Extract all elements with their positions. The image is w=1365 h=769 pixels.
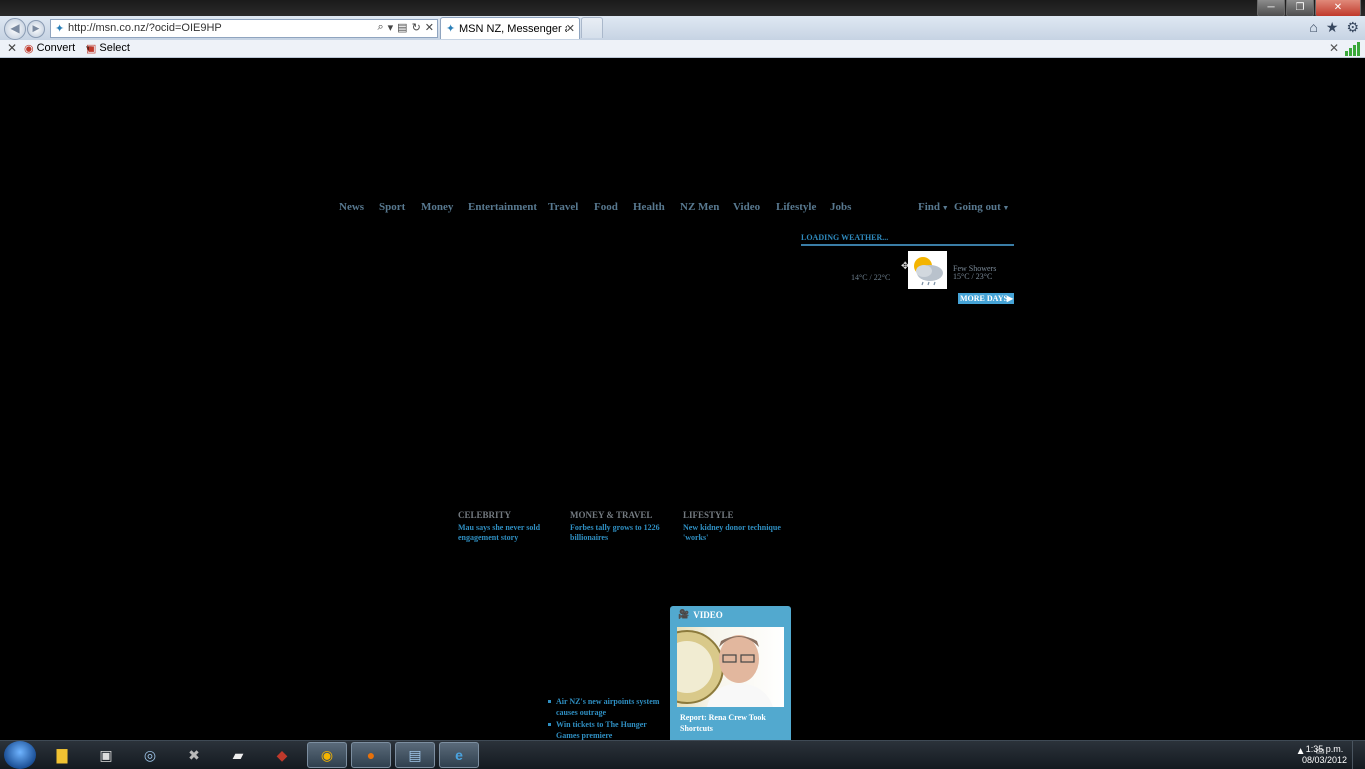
browser-toolbar-icons: ⌂ ★ ⚙ [1309,19,1359,35]
celebrity-column: CELEBRITY Mau says she never sold engage… [458,510,558,543]
app-taskbar-icon[interactable]: ◎ [130,742,170,768]
video-header: 🎥 VIDEO [678,609,723,620]
nav-item-video[interactable]: Video [733,201,760,213]
stop-icon[interactable]: ✕ [425,21,434,34]
new-tab-button[interactable] [581,17,603,38]
nav-item-jobs[interactable]: Jobs [830,201,851,213]
lifestyle-title[interactable]: LIFESTYLE [683,510,783,520]
nav-item-going-out[interactable]: Going out ▼ [954,201,1009,213]
explorer-taskbar-icon[interactable]: ▇ [42,742,82,768]
video-label: VIDEO [693,609,723,620]
celebrity-title[interactable]: CELEBRITY [458,510,558,520]
close-window-button[interactable]: ✕ [1315,0,1361,17]
firefox-taskbar-icon[interactable]: ● [351,742,391,768]
close-bar-icon[interactable]: ✕ [1329,41,1339,55]
weather-showers-icon [908,251,947,289]
money-travel-link[interactable]: Forbes tally grows to 1226 billionaires [570,523,670,543]
money-travel-column: MONEY & TRAVEL Forbes tally grows to 122… [570,510,670,543]
dropdown-icon[interactable]: ▾ [388,21,394,34]
back-button[interactable]: ◀ [4,18,26,40]
nav-item-food[interactable]: Food [594,201,618,213]
chevron-down-icon: ▼ [1000,204,1010,212]
forward-button[interactable]: ▶ [27,20,45,38]
window-controls: ─ ❐ ✕ [1256,0,1361,17]
taskbar: ▇ ▣ ◎ ✖ ▰ ◆ ◉ ● ▤ e ▲ ▭ 1:35 p.m. 08/03/… [0,740,1365,769]
address-bar[interactable]: ✦ http://msn.co.nz/?ocid=OIE9HP ⌕ ▾ ▤ ↻ … [50,19,438,38]
browser-navigation-row: ◀ ▶ ✦ http://msn.co.nz/?ocid=OIE9HP ⌕ ▾ … [0,16,1365,40]
celebrity-link[interactable]: Mau says she never sold engagement story [458,523,558,543]
convert-button[interactable]: ◉ Convert ▾ [24,42,92,55]
show-desktop-button[interactable] [1352,741,1365,769]
compatibility-icon[interactable]: ▤ [397,21,407,34]
select-label: Select [99,42,130,54]
refresh-icon[interactable]: ↻ [412,21,421,34]
address-actions: ⌕ ▾ ▤ ↻ ✕ [377,21,434,34]
start-button[interactable] [4,741,36,769]
chrome-taskbar-icon[interactable]: ◉ [307,742,347,768]
back-arrow-icon: ◀ [10,21,20,35]
list-item[interactable]: Air NZ's new airpoints system causes out… [547,696,662,718]
app-taskbar-icon[interactable]: ✖ [174,742,214,768]
lifestyle-column: LIFESTYLE New kidney donor technique 'wo… [683,510,783,543]
nav-item-sport[interactable]: Sport [379,201,405,213]
star-icon[interactable]: ★ [1326,19,1339,35]
nav-item-lifestyle[interactable]: Lifestyle [776,201,816,213]
tab-msn[interactable]: ✦ MSN NZ, Messenger and h... ✕ [440,17,580,39]
chevron-down-icon: ▼ [940,204,949,212]
arrow-right-icon: ▶ [1006,294,1013,303]
clock-time: 1:35 p.m. [1305,744,1344,754]
nav-item-travel[interactable]: Travel [548,201,578,213]
video-camera-icon: 🎥 [678,609,690,619]
clock-date: 08/03/2012 [1301,755,1347,765]
gear-icon[interactable]: ⚙ [1346,19,1359,35]
nav-item-find[interactable]: Find ▼ [918,201,949,213]
nav-item-money[interactable]: Money [421,201,453,213]
going-out-label: Going out [954,201,1001,213]
internet-explorer-taskbar-icon[interactable]: e [439,742,479,768]
msn-tab-icon: ✦ [446,23,456,35]
weather-today-temp: 14°C / 22°C [851,273,891,282]
msn-favicon-icon: ✦ [55,23,65,35]
app-taskbar-icon[interactable]: ▰ [218,742,258,768]
lifestyle-link[interactable]: New kidney donor technique 'works' [683,523,783,543]
tab-close-icon[interactable]: ✕ [566,22,575,35]
home-icon[interactable]: ⌂ [1309,19,1317,35]
video-caption[interactable]: Report: Rena Crew Took Shortcuts [677,708,784,739]
search-icon[interactable]: ⌕ [377,21,383,34]
headline-list: Air NZ's new airpoints system causes out… [547,696,662,742]
more-days-button[interactable]: MORE DAYS ▶ [958,293,1014,304]
close-toolbar-icon[interactable]: ✕ [7,41,17,55]
minimize-button[interactable]: ─ [1257,0,1285,17]
video-module[interactable]: 🎥 VIDEO Report: Rena Crew Took Shortcuts [670,606,791,740]
select-button[interactable]: ▣ Select [86,42,130,55]
weather-heading[interactable]: LOADING WEATHER... [801,233,1014,246]
convert-label: Convert [36,42,76,54]
nav-item-news[interactable]: News [339,201,364,213]
money-travel-title[interactable]: MONEY & TRAVEL [570,510,670,520]
signal-icon [1345,42,1360,56]
restore-button[interactable]: ❐ [1286,0,1314,17]
find-label: Find [918,201,941,213]
nav-item-nz-men[interactable]: NZ Men [680,201,719,213]
app-taskbar-icon[interactable]: ▤ [395,742,435,768]
select-pdf-icon: ▣ [86,43,97,55]
list-item[interactable]: Win tickets to The Hunger Games premiere [547,719,662,741]
nav-item-health[interactable]: Health [633,201,665,213]
page-content: News Sport Money Entertainment Travel Fo… [0,58,1365,740]
weather-forecast: Few Showers 15°C / 23°C [953,265,996,281]
address-text[interactable]: http://msn.co.nz/?ocid=OIE9HP [68,22,222,34]
weather-forecast-temp: 15°C / 23°C [953,272,993,281]
forward-arrow-icon: ▶ [32,23,40,33]
tab-title: MSN NZ, Messenger and h... [459,23,567,35]
more-days-label: MORE DAYS [960,294,1008,303]
clock[interactable]: 1:35 p.m. 08/03/2012 [1302,744,1347,766]
convert-pdf-icon: ◉ [24,43,34,55]
video-thumbnail[interactable] [677,627,784,707]
app-taskbar-icon[interactable]: ▣ [86,742,126,768]
nav-item-entertainment[interactable]: Entertainment [468,201,537,213]
app-taskbar-icon[interactable]: ◆ [262,742,302,768]
command-bar: ✕ ◉ Convert ▾ ▣ Select ✕ [0,40,1365,58]
